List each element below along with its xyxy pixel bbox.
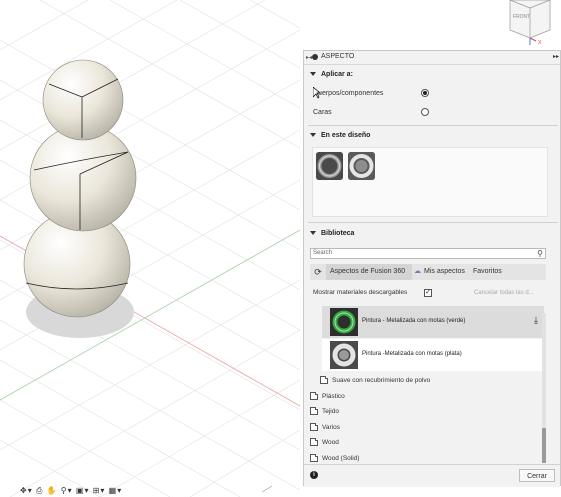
cloud-icon: ☁ (414, 268, 421, 275)
navigation-toolbar: ✥▾ ⎙ ✋ ⚲▾ ▣▾ ⊞▾ ▦▾ (20, 486, 220, 497)
collapse-triangle-icon (310, 231, 316, 236)
divider (308, 222, 558, 223)
viewcube[interactable]: FRONT X (500, 0, 561, 46)
folder-tejido[interactable]: Tejido (322, 408, 339, 415)
orbit-icon[interactable]: ✥▾ (20, 486, 33, 495)
tab-favorites[interactable]: Favoritos (473, 264, 513, 280)
radio-bodies-components[interactable] (421, 89, 429, 97)
design-section-title: En este diseño (321, 132, 371, 139)
materials-list: Pintura - Metalizada con motas (verde) ⤓… (322, 303, 544, 373)
collapse-triangle-icon (310, 72, 316, 77)
zoom-icon[interactable]: ⚲▾ (61, 486, 73, 495)
folder-varios[interactable]: Varios (322, 424, 340, 431)
panel-footer: i Cerrar (304, 464, 560, 487)
display-settings-icon[interactable]: ▣▾ (76, 486, 90, 495)
apply-section-header[interactable]: Aplicar a: (310, 71, 353, 78)
grid-settings-icon[interactable]: ⊞▾ (93, 486, 106, 495)
folder-plastico[interactable]: Plástico (322, 393, 345, 400)
tab-my-appearances[interactable]: Mis aspectos (424, 264, 468, 280)
option-bodies-label: Cuerpos/componentes (313, 90, 384, 97)
folder-icon (310, 454, 318, 462)
search-input-placeholder: Search (313, 250, 333, 256)
panel-title: ASPECTO (321, 53, 355, 60)
library-tabs: ⟳ Aspectos de Fusion 360 ☁ Mis aspectos … (310, 264, 546, 280)
show-downloadable-checkbox[interactable]: ✓ (424, 289, 432, 297)
radio-faces[interactable] (421, 108, 429, 116)
pan-icon[interactable]: ✋ (47, 486, 58, 495)
close-button[interactable]: Cerrar (519, 469, 555, 482)
panel-header: ▸◂ ASPECTO ▸▸ (304, 51, 560, 65)
appearance-thumbnail-dark-metal[interactable] (316, 152, 343, 180)
mouse-cursor-icon (313, 87, 321, 99)
svg-text:X: X (538, 40, 542, 46)
material-label-silver: Pintura -Metalizada con motas (plata) (362, 351, 462, 357)
panel-expand-icon[interactable]: ▸▸ (553, 53, 559, 60)
collapse-triangle-icon (310, 133, 316, 138)
folder-powder-coat[interactable]: Suave con recubrimiento de polvo (332, 377, 430, 384)
library-search-field[interactable]: Search ⚲ (310, 248, 546, 259)
appearance-panel: ▸◂ ASPECTO ▸▸ Aplicar a: Cuerpos/compone… (303, 50, 561, 487)
look-at-icon[interactable]: ⎙ (36, 486, 43, 495)
material-thumbnail-silver (330, 341, 358, 369)
material-thumbnail-green (330, 308, 358, 336)
library-scrollbar-thumb[interactable] (542, 428, 546, 463)
design-appearances-area (312, 147, 548, 217)
material-item-green[interactable]: Pintura - Metalizada con motas (verde) ⤓ (322, 306, 544, 338)
folder-wood[interactable]: Wood (322, 439, 339, 446)
viewports-icon[interactable]: ▦▾ (109, 486, 123, 495)
info-icon[interactable]: i (310, 471, 318, 479)
appearance-thumbnail-silver-metal[interactable] (348, 152, 375, 180)
tab-fusion-appearances[interactable]: Aspectos de Fusion 360 (326, 264, 412, 280)
library-section-title: Biblioteca (321, 230, 355, 237)
folder-icon (320, 376, 328, 384)
viewcube-front-label: FRONT (513, 14, 530, 20)
material-item-silver[interactable]: Pintura -Metalizada con motas (plata) (322, 339, 544, 371)
option-faces-label: Caras (313, 109, 332, 116)
refresh-icon[interactable]: ⟳ (312, 264, 324, 280)
folder-icon (310, 392, 318, 400)
folder-icon (310, 438, 318, 446)
folder-wood-solid[interactable]: Wood (Solid) (322, 455, 359, 462)
material-label-green: Pintura - Metalizada con motas (verde) (362, 318, 466, 324)
download-icon[interactable]: ⤓ (534, 315, 538, 326)
search-icon[interactable]: ⚲ (537, 249, 543, 258)
folder-icon (310, 423, 318, 431)
library-section-header[interactable]: Biblioteca (310, 230, 354, 237)
design-section-header[interactable]: En este diseño (310, 132, 370, 139)
apply-section-title: Aplicar a: (321, 71, 353, 78)
panel-status-icon (312, 54, 318, 60)
show-downloadable-label: Mostrar materiales descargables (313, 289, 408, 296)
divider (308, 125, 558, 126)
cancel-all-downloads-link[interactable]: Cancelar todas las d... (474, 290, 534, 296)
folder-icon (310, 407, 318, 415)
